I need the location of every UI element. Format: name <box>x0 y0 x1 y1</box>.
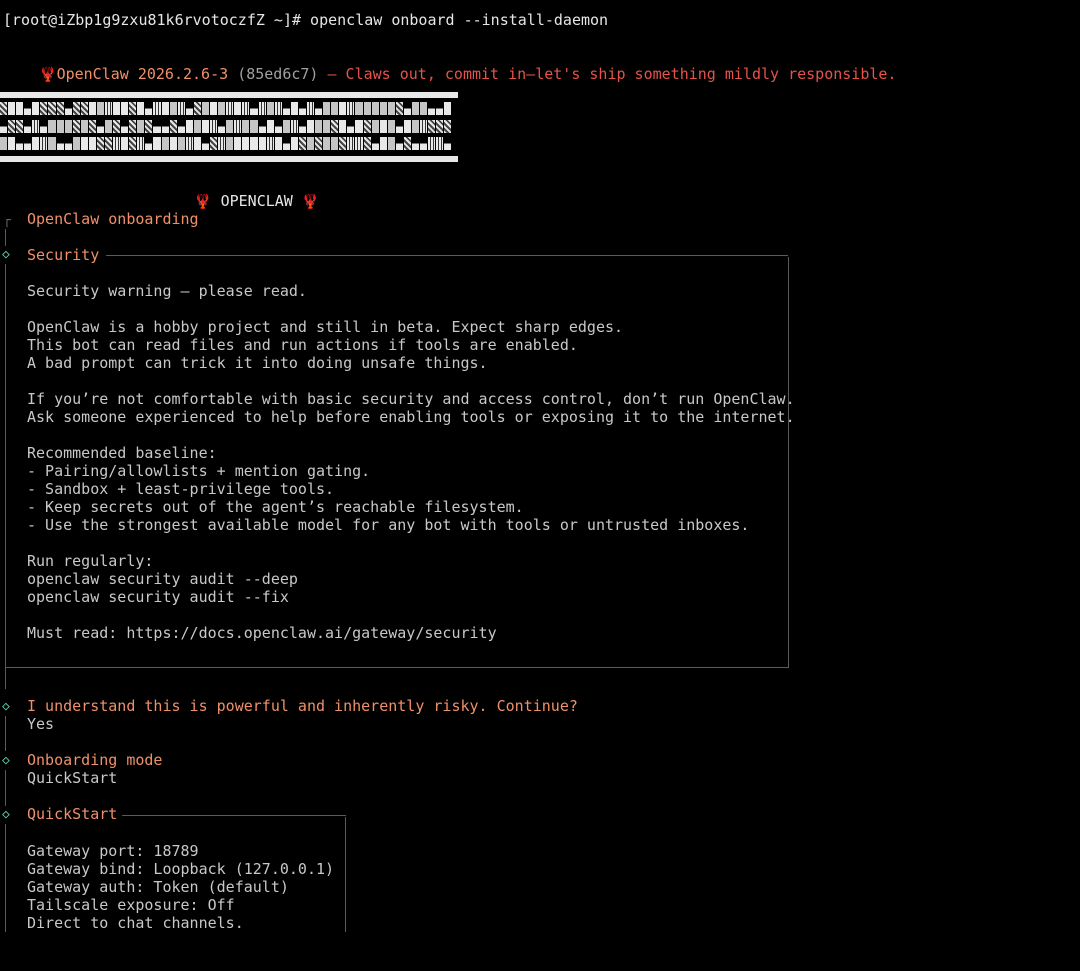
rail-segment <box>5 264 6 689</box>
quickstart-title: QuickStart <box>27 805 118 823</box>
run-title: Run regularly: <box>27 552 154 570</box>
command-line: [root@iZbp1g9zxu81k6rvotoczfZ ~]# opencl… <box>3 11 609 29</box>
quickstart-line: Tailscale exposure: Off <box>27 896 235 914</box>
baseline-item: - Sandbox + least-privilege tools. <box>27 480 335 498</box>
security-line: OpenClaw is a hobby project and still in… <box>27 318 624 336</box>
banner-title: OPENCLAW <box>220 192 293 210</box>
quickstart-line: Gateway auth: Token (default) <box>27 878 289 896</box>
quickstart-line: Direct to chat channels. <box>27 914 244 932</box>
security-warning: Security warning — please read. <box>27 282 307 300</box>
baseline-title: Recommended baseline: <box>27 444 217 462</box>
diamond-icon: ◇ <box>2 699 10 714</box>
terminal-window[interactable]: [root@iZbp1g9zxu81k6rvotoczfZ ~]# opencl… <box>0 0 1080 971</box>
security-line: This bot can read files and run actions … <box>27 336 578 354</box>
security-box-top-border <box>106 255 788 256</box>
security-box-right-border <box>788 257 789 667</box>
security-line: A bad prompt can trick it into doing uns… <box>27 354 488 372</box>
confirm-answer: Yes <box>27 715 55 733</box>
diamond-icon: ◇ <box>2 753 10 768</box>
security-line: Ask someone experienced to help before e… <box>27 408 795 426</box>
version-hash: (85ed6c7) <box>237 65 319 83</box>
rail-segment <box>5 229 6 246</box>
diamond-icon: ◇ <box>2 807 10 822</box>
rail-segment <box>5 770 6 806</box>
mode-value: QuickStart <box>27 769 118 787</box>
baseline-item: - Use the strongest available model for … <box>27 516 750 534</box>
audit-command: openclaw security audit --fix <box>27 588 289 606</box>
security-box-bottom-border <box>5 667 789 668</box>
rail-segment <box>5 716 6 751</box>
lobster-icon: 🦞 <box>39 67 57 83</box>
version-name: OpenClaw 2026.2.6-3 <box>56 65 229 83</box>
quickstart-box-right-border <box>345 817 346 932</box>
baseline-item: - Pairing/allowlists + mention gating. <box>27 462 371 480</box>
security-title: Security <box>27 246 100 264</box>
audit-command: openclaw security audit --deep <box>27 570 298 588</box>
quickstart-line: Gateway port: 18789 <box>27 842 199 860</box>
confirm-question: I understand this is powerful and inhere… <box>27 697 578 715</box>
quickstart-box-top-border <box>122 815 346 816</box>
lobster-icon: 🦞 <box>301 194 320 210</box>
security-line: If you’re not comfortable with basic sec… <box>27 390 795 408</box>
diamond-icon: ◇ <box>2 247 10 262</box>
quickstart-line: Gateway bind: Loopback (127.0.0.1) <box>27 860 335 878</box>
version-tagline: – Claws out, commit in—let's ship someth… <box>327 65 897 83</box>
baseline-item: - Keep secrets out of the agent’s reacha… <box>27 498 524 516</box>
mode-title: Onboarding mode <box>27 751 163 769</box>
rail-segment <box>5 824 6 932</box>
onboarding-title: OpenClaw onboarding <box>27 210 199 228</box>
ascii-art-banner <box>0 90 458 167</box>
corner-icon: ┌ <box>3 213 11 228</box>
must-read-link[interactable]: Must read: https://docs.openclaw.ai/gate… <box>27 624 497 642</box>
lobster-icon: 🦞 <box>194 194 212 210</box>
